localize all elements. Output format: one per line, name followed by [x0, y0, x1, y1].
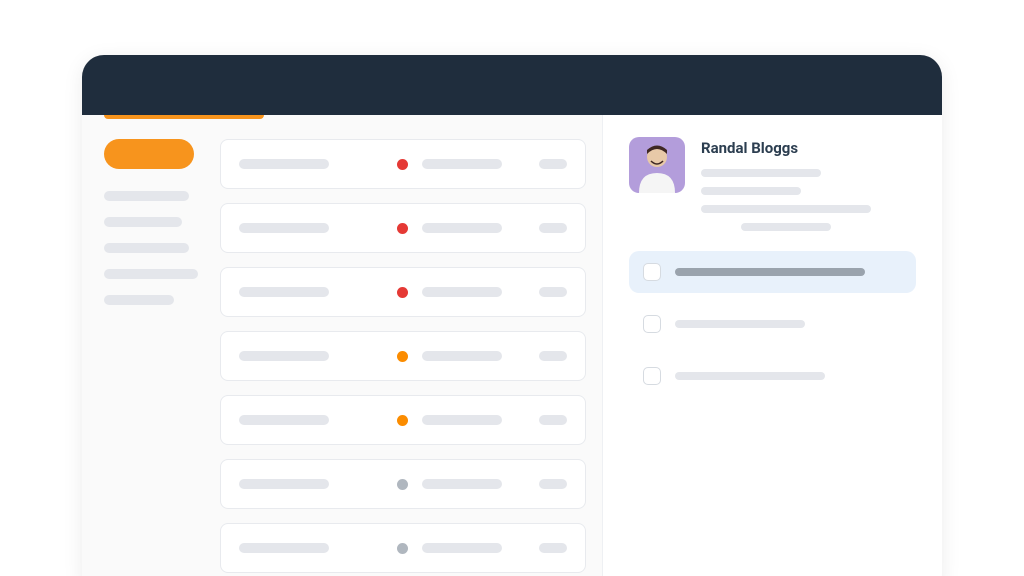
profile-detail-line	[701, 169, 821, 177]
sidebar-item[interactable]	[104, 217, 182, 227]
row-title-placeholder	[239, 287, 329, 297]
row-meta-placeholder	[539, 159, 567, 169]
row-title-placeholder	[239, 223, 329, 233]
row-title-placeholder	[239, 543, 329, 553]
canvas: Randal Bloggs	[0, 0, 1024, 576]
status-dot	[397, 287, 408, 298]
sidebar-nav	[104, 191, 196, 305]
main-list	[212, 115, 602, 576]
profile-detail-line	[701, 205, 871, 213]
list-row[interactable]	[220, 139, 586, 189]
row-status-placeholder	[422, 415, 502, 425]
sidebar-item[interactable]	[104, 269, 198, 279]
sidebar	[82, 115, 212, 576]
list-row[interactable]	[220, 267, 586, 317]
task-item[interactable]	[629, 251, 916, 293]
list-row[interactable]	[220, 523, 586, 573]
row-meta-placeholder	[539, 415, 567, 425]
row-meta-placeholder	[539, 287, 567, 297]
sidebar-primary-button[interactable]	[104, 139, 194, 169]
checkbox[interactable]	[643, 315, 661, 333]
list-row[interactable]	[220, 331, 586, 381]
status-dot	[397, 415, 408, 426]
titlebar	[82, 55, 942, 115]
sidebar-item[interactable]	[104, 243, 189, 253]
status-dot	[397, 351, 408, 362]
row-status-placeholder	[422, 479, 502, 489]
status-dot	[397, 159, 408, 170]
profile-info: Randal Bloggs	[701, 137, 916, 231]
status-dot	[397, 223, 408, 234]
profile-detail-line	[701, 187, 801, 195]
row-title-placeholder	[239, 351, 329, 361]
row-meta-placeholder	[539, 543, 567, 553]
row-meta-placeholder	[539, 479, 567, 489]
task-item[interactable]	[629, 355, 916, 397]
detail-panel: Randal Bloggs	[602, 115, 942, 576]
row-meta-placeholder	[539, 223, 567, 233]
row-title-placeholder	[239, 159, 329, 169]
app-window: Randal Bloggs	[82, 55, 942, 576]
sidebar-item[interactable]	[104, 191, 189, 201]
row-title-placeholder	[239, 479, 329, 489]
profile-name: Randal Bloggs	[701, 139, 916, 157]
sidebar-item[interactable]	[104, 295, 174, 305]
list-row[interactable]	[220, 395, 586, 445]
row-status-placeholder	[422, 351, 502, 361]
row-title-placeholder	[239, 415, 329, 425]
status-dot	[397, 543, 408, 554]
profile-detail-line	[741, 223, 831, 231]
row-status-placeholder	[422, 223, 502, 233]
row-status-placeholder	[422, 287, 502, 297]
checkbox[interactable]	[643, 263, 661, 281]
task-label-placeholder	[675, 268, 865, 276]
list-row[interactable]	[220, 459, 586, 509]
status-dot	[397, 479, 408, 490]
checkbox[interactable]	[643, 367, 661, 385]
active-tab-indicator	[104, 115, 264, 119]
row-meta-placeholder	[539, 351, 567, 361]
task-label-placeholder	[675, 372, 825, 380]
avatar	[629, 137, 685, 193]
row-status-placeholder	[422, 543, 502, 553]
profile-header: Randal Bloggs	[629, 137, 916, 231]
list-row[interactable]	[220, 203, 586, 253]
profile-details	[701, 169, 916, 231]
task-label-placeholder	[675, 320, 805, 328]
row-status-placeholder	[422, 159, 502, 169]
task-item[interactable]	[629, 303, 916, 345]
task-list	[629, 251, 916, 397]
app-body: Randal Bloggs	[82, 115, 942, 576]
